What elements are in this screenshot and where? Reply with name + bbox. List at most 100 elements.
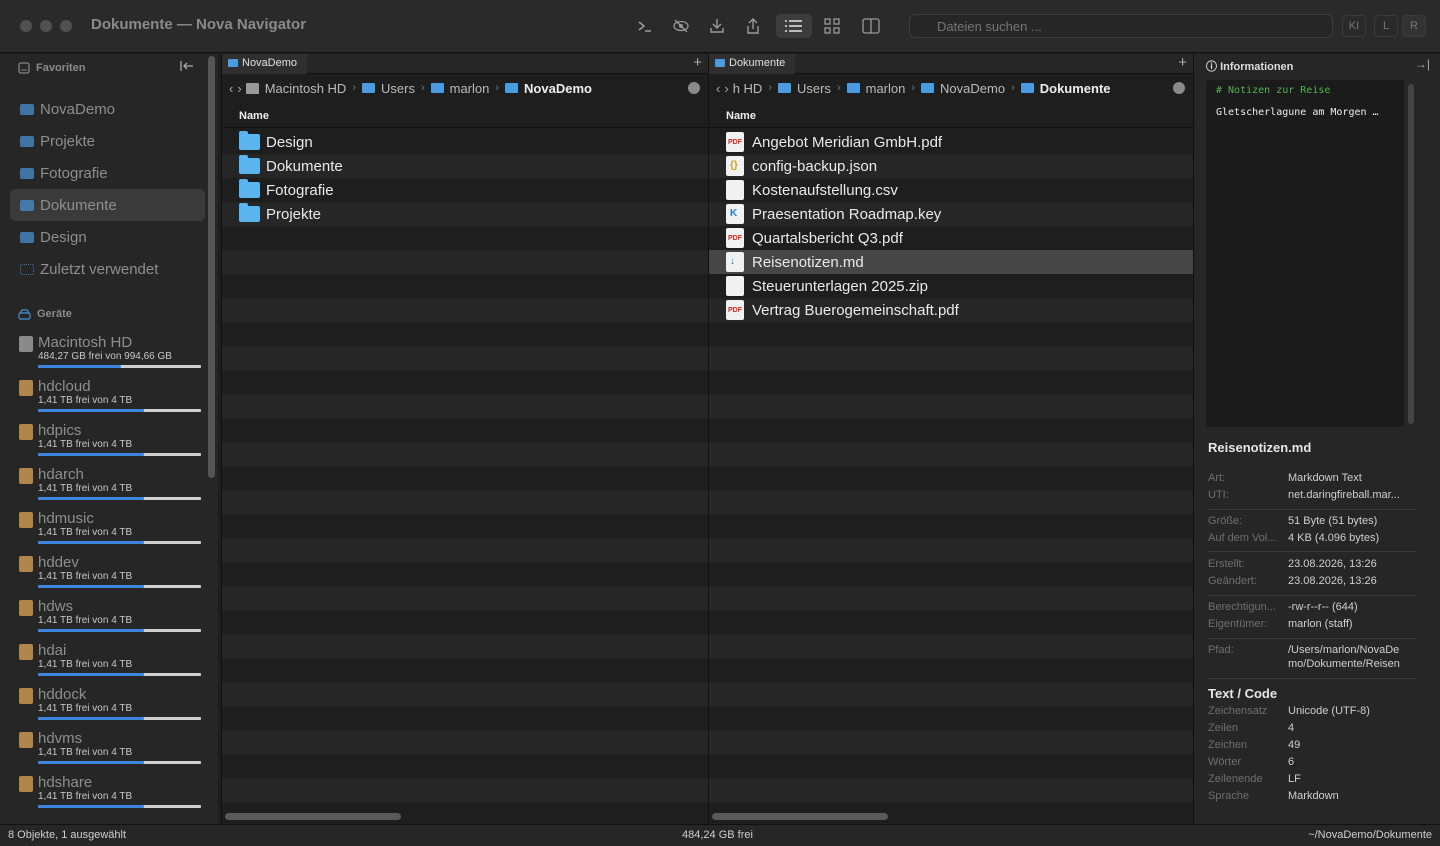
breadcrumb-item[interactable]: h HD bbox=[733, 81, 763, 96]
right-horizontal-scrollbar[interactable] bbox=[712, 813, 888, 820]
minimize-window-button[interactable] bbox=[40, 20, 52, 32]
empty-row bbox=[709, 562, 1193, 586]
device-name: hdcloud bbox=[38, 378, 91, 395]
left-pane-button[interactable]: L bbox=[1374, 15, 1398, 37]
folder-icon bbox=[239, 203, 260, 222]
csv-icon bbox=[726, 180, 744, 200]
left-column-header-name[interactable]: Name bbox=[222, 106, 708, 128]
path-search-icon[interactable] bbox=[688, 82, 700, 94]
breadcrumb-item[interactable]: Users bbox=[362, 81, 415, 96]
right-tab[interactable]: Dokumente bbox=[709, 54, 796, 74]
new-tab-plus-icon[interactable]: + bbox=[693, 54, 702, 72]
forward-icon[interactable]: › bbox=[724, 81, 728, 96]
folder-row[interactable]: Dokumente bbox=[222, 154, 708, 178]
property-value: mo/Dokumente/Reisen bbox=[1288, 658, 1400, 670]
sidebar-item[interactable]: Dokumente bbox=[10, 189, 205, 221]
info-filename: Reisenotizen.md bbox=[1208, 440, 1312, 455]
device-item[interactable]: hdws 1,41 TB frei von 4 TB bbox=[18, 598, 201, 638]
file-name: Design bbox=[266, 133, 313, 151]
device-item[interactable]: hdcloud 1,41 TB frei von 4 TB bbox=[18, 378, 201, 418]
breadcrumb-item[interactable]: Macintosh HD bbox=[245, 81, 346, 96]
device-usage-fill bbox=[38, 805, 144, 808]
collapse-sidebar-icon[interactable] bbox=[180, 60, 194, 72]
right-column-header-name[interactable]: Name bbox=[709, 106, 1193, 128]
pdf-icon: PDF bbox=[726, 132, 744, 152]
forward-icon[interactable]: › bbox=[237, 81, 241, 96]
breadcrumb-item[interactable]: marlon bbox=[846, 81, 905, 96]
grid-view-icon[interactable] bbox=[819, 14, 845, 38]
device-item[interactable]: hdvms 1,41 TB frei von 4 TB bbox=[18, 730, 201, 770]
terminal-icon[interactable] bbox=[632, 14, 658, 38]
left-tab[interactable]: NovaDemo bbox=[222, 54, 308, 74]
column-view-icon[interactable] bbox=[858, 14, 884, 38]
status-free-space: 484,24 GB frei bbox=[682, 829, 753, 841]
device-item[interactable]: hddev 1,41 TB frei von 4 TB bbox=[18, 554, 201, 594]
property-key: Geändert: bbox=[1208, 575, 1257, 587]
device-item[interactable]: hdmusic 1,41 TB frei von 4 TB bbox=[18, 510, 201, 550]
empty-row bbox=[222, 682, 708, 706]
sidebar-item[interactable]: Zuletzt verwendet bbox=[10, 253, 205, 285]
file-row[interactable]: Steuerunterlagen 2025.zip bbox=[709, 274, 1193, 298]
ki-button[interactable]: KI bbox=[1342, 15, 1366, 37]
sidebar-item[interactable]: Projekte bbox=[10, 125, 205, 157]
sidebar-item[interactable]: Design bbox=[10, 221, 205, 253]
breadcrumb-item[interactable]: Users bbox=[777, 81, 831, 96]
hidden-files-icon[interactable] bbox=[668, 14, 694, 38]
back-icon[interactable]: ‹ bbox=[716, 81, 720, 96]
sidebar-item[interactable]: Fotografie bbox=[10, 157, 205, 189]
breadcrumb-item[interactable]: marlon bbox=[430, 80, 490, 96]
new-tab-plus-icon[interactable]: + bbox=[1178, 54, 1187, 72]
device-usage-fill bbox=[38, 717, 144, 720]
device-item[interactable]: hdarch 1,41 TB frei von 4 TB bbox=[18, 466, 201, 506]
breadcrumb-item[interactable]: NovaDemo bbox=[921, 81, 1005, 96]
breadcrumb-label: marlon bbox=[449, 80, 490, 96]
file-row[interactable]: Kostenaufstellung.csv bbox=[709, 178, 1193, 202]
search-input[interactable] bbox=[909, 14, 1333, 38]
device-item[interactable]: hdshare 1,41 TB frei von 4 TB bbox=[18, 774, 201, 814]
device-usage-bar bbox=[38, 409, 201, 412]
back-icon[interactable]: ‹ bbox=[229, 81, 233, 96]
file-row[interactable]: ↓ Reisenotizen.md bbox=[709, 250, 1193, 274]
drive-icon bbox=[19, 336, 33, 352]
file-row[interactable]: K Praesentation Roadmap.key bbox=[709, 202, 1193, 226]
sidebar-item[interactable]: NovaDemo bbox=[10, 93, 205, 125]
folder-icon bbox=[846, 83, 860, 93]
device-item[interactable]: hdai 1,41 TB frei von 4 TB bbox=[18, 642, 201, 682]
property-key: Eigentümer: bbox=[1208, 618, 1268, 630]
file-row[interactable]: {} config-backup.json bbox=[709, 154, 1193, 178]
close-window-button[interactable] bbox=[20, 20, 32, 32]
property-value: net.daringfireball.mar... bbox=[1288, 489, 1400, 501]
empty-row bbox=[222, 514, 708, 538]
breadcrumb-label: Dokumente bbox=[1039, 80, 1111, 96]
drive-icon bbox=[19, 424, 33, 440]
property-value: LF bbox=[1288, 773, 1301, 785]
download-icon[interactable] bbox=[704, 14, 730, 38]
left-horizontal-scrollbar[interactable] bbox=[225, 813, 401, 820]
preview-scrollbar[interactable] bbox=[1408, 84, 1414, 424]
folder-row[interactable]: Projekte bbox=[222, 202, 708, 226]
zoom-window-button[interactable] bbox=[60, 20, 72, 32]
close-info-icon[interactable]: →| bbox=[1415, 57, 1430, 71]
device-item[interactable]: hddock 1,41 TB frei von 4 TB bbox=[18, 686, 201, 726]
sidebar-scrollbar[interactable] bbox=[208, 56, 215, 478]
device-usage-bar bbox=[38, 805, 201, 808]
list-view-icon[interactable] bbox=[776, 14, 812, 38]
share-icon[interactable] bbox=[740, 14, 766, 38]
file-row[interactable]: PDF Quartalsbericht Q3.pdf bbox=[709, 226, 1193, 250]
folder-row[interactable]: Fotografie bbox=[222, 178, 708, 202]
breadcrumb-item[interactable]: Dokumente bbox=[1020, 80, 1111, 96]
folder-row[interactable]: Design bbox=[222, 130, 708, 154]
device-item[interactable]: hdpics 1,41 TB frei von 4 TB bbox=[18, 422, 201, 462]
file-row[interactable]: PDF Angebot Meridian GmbH.pdf bbox=[709, 130, 1193, 154]
device-usage-fill bbox=[38, 761, 144, 764]
path-search-icon[interactable] bbox=[1173, 82, 1185, 94]
right-pane-button[interactable]: R bbox=[1402, 15, 1426, 37]
file-name: Quartalsbericht Q3.pdf bbox=[752, 229, 903, 247]
empty-row bbox=[222, 250, 708, 274]
breadcrumb-item[interactable]: NovaDemo bbox=[505, 81, 592, 96]
property-value: marlon (staff) bbox=[1288, 618, 1353, 630]
file-row[interactable]: PDF Vertrag Buerogemeinschaft.pdf bbox=[709, 298, 1193, 322]
window-title: Dokumente — Nova Navigator bbox=[91, 16, 307, 33]
device-item[interactable]: Macintosh HD 484,27 GB frei von 994,66 GB bbox=[18, 334, 201, 374]
sidebar-item-label: Dokumente bbox=[40, 196, 117, 214]
